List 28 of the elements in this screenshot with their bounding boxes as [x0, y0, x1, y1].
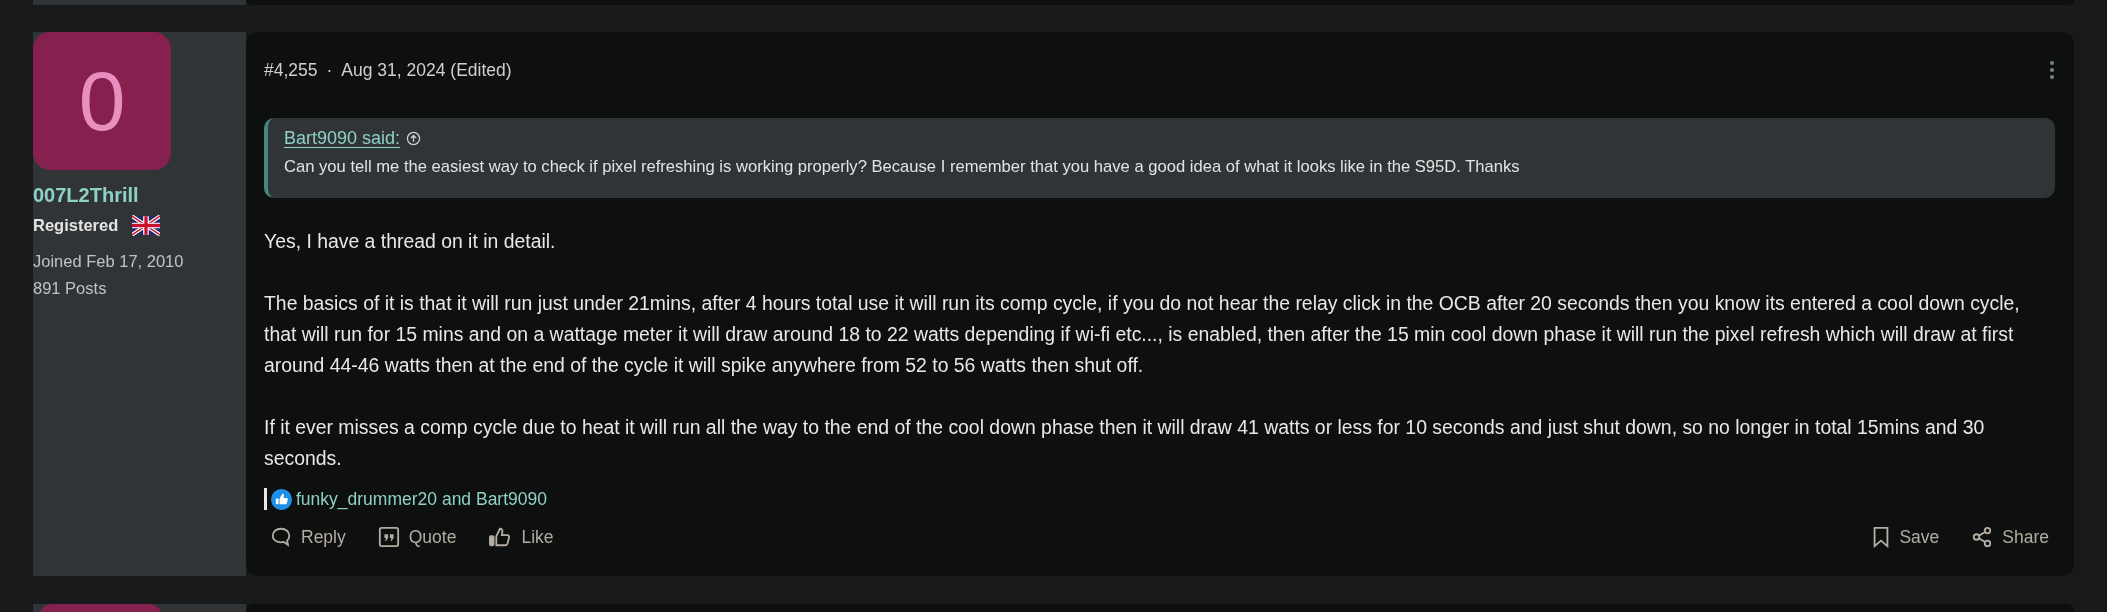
separator: · — [326, 59, 333, 81]
join-date: Joined Feb 17, 2010 — [33, 251, 184, 272]
like-reaction-icon — [271, 488, 292, 510]
like-button[interactable]: Like — [482, 522, 560, 552]
quote-button[interactable]: Quote — [371, 522, 463, 552]
quote-source-link[interactable]: Bart9090 said: — [284, 128, 401, 149]
post-paragraph: If it ever misses a comp cycle due to heat it will run all the way to the end of the cool down phase then it will draw 41 watts or less for 10 seconds and just shut down, so no longer in total 15mins and 30 seconds. — [264, 415, 1986, 471]
share-icon — [1971, 526, 1994, 548]
more-options-icon[interactable] — [2049, 60, 2055, 80]
avatar[interactable]: 0 — [33, 32, 171, 170]
flag-icon — [132, 215, 161, 236]
post-count: 891 Posts — [33, 278, 107, 299]
share-button[interactable]: Share — [1965, 522, 2055, 552]
reaction-users-link[interactable]: funky_drummer20 and Bart9090 — [296, 488, 547, 510]
quote-icon — [377, 526, 400, 548]
post-date[interactable]: Aug 31, 2024 (Edited) — [341, 59, 512, 81]
reply-button[interactable]: Reply — [264, 522, 352, 552]
post-paragraph: Yes, I have a thread on it in detail. — [264, 229, 557, 254]
post-paragraph: The basics of it is that it will run just under 21mins, after 4 hours total use it will run its comp cycle, if you do not hear the relay click in the OCB after 20 seconds then you know its entered a cool down cycle, that will run for 15 mins and on a wattage meter it will draw around 18 to 22 watts depending if wi-fi etc..., is enabled, then after the 15 min cool down phase it will run the pixel refresh which will draw at first around 44-46 watts then at the end of the cycle it will spike anywhere from 52 to 56 watts then shut off. — [264, 291, 2021, 378]
thumbs-up-icon — [488, 526, 513, 548]
speech-bubble-icon — [270, 526, 292, 548]
username[interactable]: 007L2Thrill — [33, 184, 139, 207]
quote-text: Can you tell me the easiest way to check if pixel refreshing is working properly? Because I remember that you have a good idea of what it looks like in the S95D. Thanks — [284, 157, 1521, 177]
arrow-up-circle-icon[interactable] — [406, 131, 422, 146]
user-role: Registered — [33, 216, 119, 235]
bookmark-icon — [1872, 526, 1891, 548]
post-number[interactable]: #4,255 — [264, 59, 318, 81]
save-button[interactable]: Save — [1866, 522, 1946, 552]
